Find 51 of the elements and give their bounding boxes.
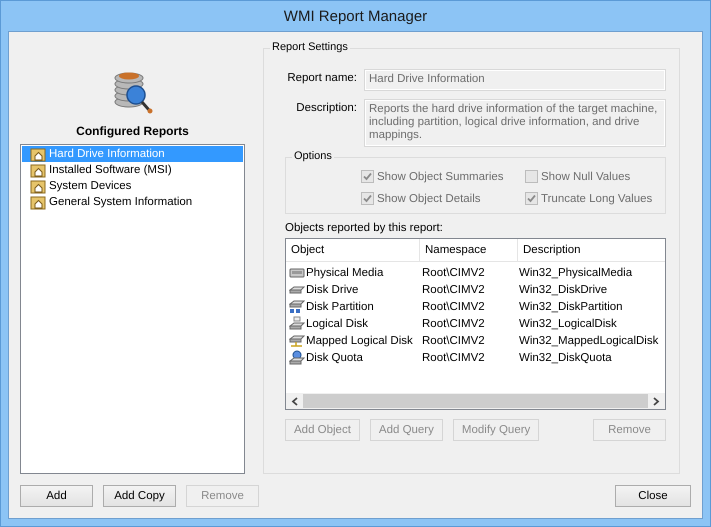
- object-name: Disk Quota: [306, 352, 363, 364]
- table-label: Objects reported by this report:: [285, 222, 444, 234]
- report-folder-icon: [30, 146, 46, 162]
- table-cell-text: Win32_LogicalDisk: [518, 318, 618, 330]
- scroll-left-icon[interactable]: [291, 396, 299, 406]
- horizontal-scrollbar[interactable]: [286, 393, 665, 409]
- report-name-field[interactable]: Hard Drive Information: [364, 69, 666, 91]
- report-item[interactable]: System Devices: [22, 178, 243, 194]
- check-icon: [362, 171, 373, 182]
- report-item[interactable]: General System Information: [22, 194, 243, 210]
- table-cell-text: Win32_MappedLogicalDisk: [518, 334, 660, 346]
- report-folder-icon: [30, 178, 46, 194]
- button[interactable]: Add Copy: [103, 485, 176, 507]
- field-label: Description:: [295, 101, 357, 116]
- column-header[interactable]: Namespace: [420, 239, 518, 261]
- disk-icon: [289, 350, 305, 365]
- table-cell-text: Win32_DiskDrive: [518, 284, 608, 296]
- disk-icon: [289, 333, 305, 348]
- button[interactable]: Add: [20, 485, 93, 507]
- report-item[interactable]: Hard Drive Information: [22, 146, 243, 162]
- check-icon: [362, 193, 373, 204]
- table-cell-text: Win32_PhysicalMedia: [518, 266, 634, 278]
- column-header[interactable]: Description: [518, 239, 665, 261]
- button[interactable]: Close: [615, 485, 691, 507]
- table-cell-text: Win32_DiskPartition: [518, 300, 624, 312]
- list-heading: Configured Reports: [76, 124, 189, 138]
- object-name: Disk Partition: [306, 300, 374, 312]
- table-cell-text: Root\CIMV2: [421, 352, 486, 364]
- group-title: Report Settings: [270, 41, 350, 53]
- description-field[interactable]: Reports the hard drive information of the target machine, including partition, logical drive information, and drive mappings.: [364, 99, 666, 147]
- disk-icon: [289, 316, 305, 331]
- object-name: Physical Media: [306, 266, 384, 278]
- disk-icon: [289, 299, 305, 314]
- table-cell-text: Root\CIMV2: [421, 318, 486, 330]
- object-name: Disk Drive: [306, 284, 358, 296]
- object-name: Mapped Logical Disk: [306, 334, 413, 346]
- table-cell-text: Root\CIMV2: [421, 300, 486, 312]
- report-folder-icon: [30, 162, 46, 178]
- table-cell-text: Win32_DiskQuota: [518, 352, 613, 364]
- table-cell-text: Root\CIMV2: [421, 334, 486, 346]
- check-icon: [526, 193, 537, 204]
- table-cell-text: Root\CIMV2: [421, 284, 486, 296]
- group-title: Options: [292, 150, 334, 162]
- object-name: Logical Disk: [306, 318, 368, 330]
- scroll-right-icon[interactable]: [652, 396, 660, 406]
- report-folder-icon: [30, 194, 46, 210]
- column-header[interactable]: Object: [286, 239, 420, 261]
- window-title: WMI Report Manager: [284, 8, 428, 24]
- table-cell-text: Root\CIMV2: [421, 266, 486, 278]
- report-item[interactable]: Installed Software (MSI): [22, 162, 243, 178]
- field-label: Report name:: [286, 71, 357, 86]
